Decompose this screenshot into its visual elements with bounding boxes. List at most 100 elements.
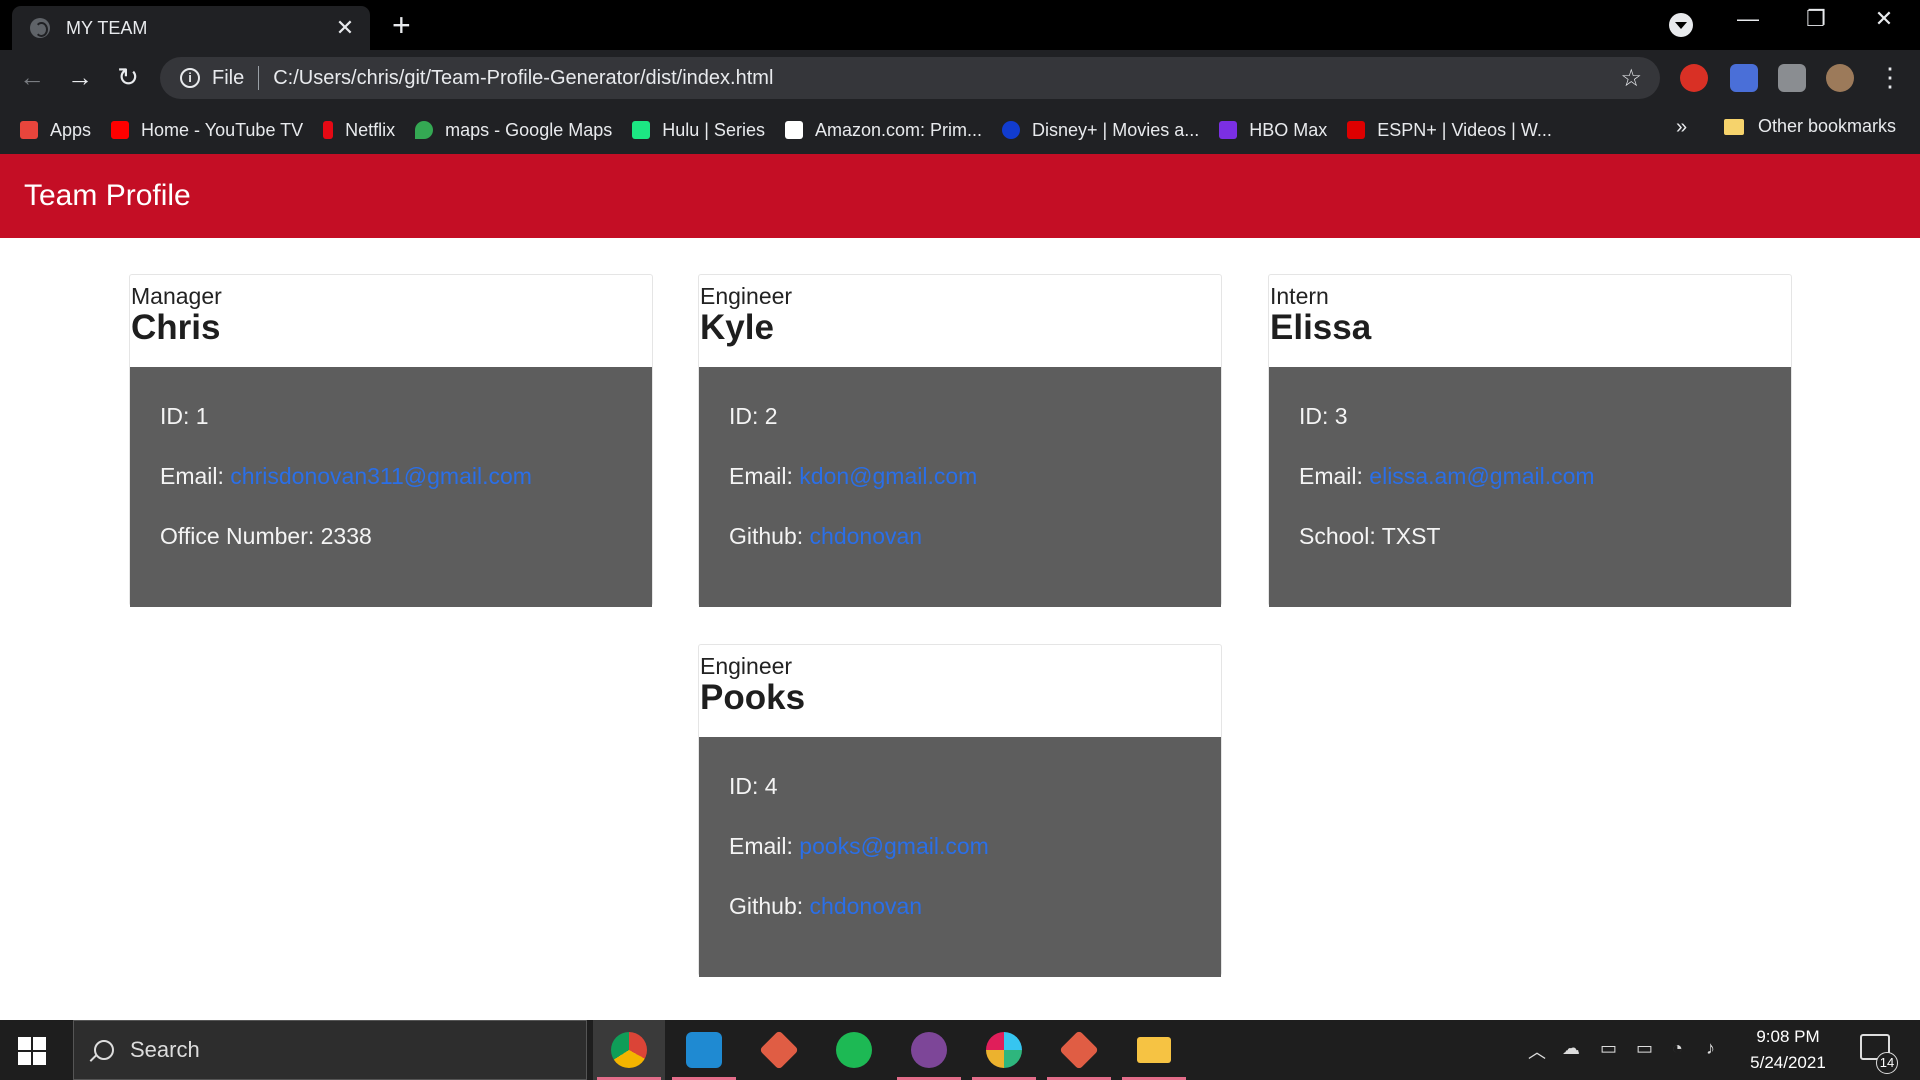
amazon-icon bbox=[784, 121, 803, 139]
employee-school-line: School: TXST bbox=[1299, 523, 1761, 583]
wifi-icon[interactable]: ◔ bbox=[1672, 1038, 1683, 1059]
github-link[interactable]: chdonovan bbox=[810, 523, 923, 549]
system-clock[interactable]: 9:08 PM 5/24/2021 bbox=[1728, 1024, 1848, 1076]
email-link[interactable]: kdon@gmail.com bbox=[799, 463, 977, 489]
slack-icon bbox=[986, 1032, 1022, 1068]
bookmark-netflix[interactable]: Netflix bbox=[323, 120, 395, 141]
notification-count-badge: 14 bbox=[1876, 1052, 1898, 1074]
page-title: Team Profile bbox=[24, 179, 191, 212]
bookmark-hulu[interactable]: Hulu | Series bbox=[632, 120, 765, 141]
bookmark-star-icon[interactable]: ☆ bbox=[1620, 64, 1642, 93]
card-header: Intern Elissa bbox=[1269, 275, 1791, 367]
bookmark-youtube-tv[interactable]: Home - YouTube TV bbox=[111, 120, 303, 141]
github-label: Github: bbox=[729, 893, 804, 919]
tab-search-icon[interactable] bbox=[1669, 13, 1693, 37]
git-gui-icon bbox=[1059, 1030, 1099, 1070]
github-link[interactable]: chdonovan bbox=[810, 893, 923, 919]
taskbar-app-git-gui[interactable] bbox=[1043, 1020, 1115, 1080]
hbo-max-icon bbox=[1219, 121, 1238, 139]
bookmark-hbo-max[interactable]: HBO Max bbox=[1219, 120, 1327, 141]
browser-tab-strip: MY TEAM ✕ + — ❐ ✕ bbox=[0, 0, 1920, 50]
taskbar-app-spotify[interactable] bbox=[818, 1020, 890, 1080]
meet-now-icon[interactable]: ▭ bbox=[1600, 1038, 1617, 1059]
other-bookmarks-folder[interactable]: Other bookmarks bbox=[1724, 116, 1896, 137]
taskbar-search-box[interactable]: Search bbox=[73, 1020, 587, 1080]
site-info-icon[interactable]: i bbox=[180, 68, 200, 88]
globe-icon bbox=[30, 18, 50, 38]
employee-name: Elissa bbox=[1270, 308, 1372, 347]
school-value: TXST bbox=[1381, 523, 1441, 549]
forward-arrow-icon[interactable]: → bbox=[62, 62, 98, 92]
onedrive-cloud-icon[interactable]: ☁ bbox=[1562, 1038, 1580, 1059]
adblock-extension-icon[interactable] bbox=[1680, 64, 1708, 92]
reload-icon[interactable]: ↻ bbox=[110, 62, 146, 92]
disney-plus-icon bbox=[1002, 121, 1020, 139]
url-text[interactable]: C:/Users/chris/git/Team-Profile-Generato… bbox=[273, 67, 1620, 90]
taskbar-app-tor[interactable] bbox=[893, 1020, 965, 1080]
email-link[interactable]: chrisdonovan311@gmail.com bbox=[230, 463, 532, 489]
minimize-button[interactable]: — bbox=[1728, 6, 1768, 32]
browser-tab-active[interactable]: MY TEAM ✕ bbox=[12, 6, 370, 50]
bookmarks-overflow-chevron-icon[interactable]: » bbox=[1676, 116, 1687, 139]
card-header: Manager Chris bbox=[130, 275, 652, 367]
bookmark-label: HBO Max bbox=[1249, 119, 1328, 140]
email-link[interactable]: pooks@gmail.com bbox=[799, 833, 989, 859]
bookmark-apps[interactable]: Apps bbox=[20, 120, 91, 141]
restore-button[interactable]: ❐ bbox=[1796, 6, 1836, 32]
search-icon bbox=[94, 1040, 114, 1060]
employee-card: Engineer Kyle ID: 2 Email: kdon@gmail.co… bbox=[698, 274, 1222, 607]
email-link[interactable]: elissa.am@gmail.com bbox=[1369, 463, 1594, 489]
employee-role: Engineer bbox=[700, 283, 793, 309]
employee-card: Intern Elissa ID: 3 Email: elissa.am@gma… bbox=[1268, 274, 1792, 607]
bookmark-disney-plus[interactable]: Disney+ | Movies a... bbox=[1002, 120, 1199, 141]
employee-role: Intern bbox=[1270, 283, 1329, 309]
back-arrow-icon[interactable]: ← bbox=[14, 62, 50, 92]
employee-id: ID: 2 bbox=[729, 403, 778, 429]
bookmark-google-maps[interactable]: maps - Google Maps bbox=[415, 120, 612, 141]
address-bar[interactable]: i File C:/Users/chris/git/Team-Profile-G… bbox=[160, 57, 1660, 99]
employee-office-line: Office Number: 2338 bbox=[160, 523, 622, 583]
browser-menu-icon[interactable]: ⋮ bbox=[1872, 62, 1908, 92]
bookmark-label: Disney+ | Movies a... bbox=[1032, 119, 1200, 140]
close-window-button[interactable]: ✕ bbox=[1864, 6, 1904, 32]
card-body: ID: 1 Email: chrisdonovan311@gmail.com O… bbox=[130, 367, 652, 607]
web-page: Team Profile Manager Chris ID: 1 Email: … bbox=[0, 154, 1920, 1020]
clock-date: 5/24/2021 bbox=[1750, 1053, 1826, 1072]
taskbar-app-vscode[interactable] bbox=[668, 1020, 740, 1080]
netflix-icon bbox=[323, 121, 334, 139]
bookmark-label: Hulu | Series bbox=[662, 119, 765, 140]
battery-icon[interactable]: ▭ bbox=[1636, 1038, 1653, 1059]
notification-center-icon[interactable]: 14 bbox=[1860, 1034, 1898, 1074]
email-label: Email: bbox=[1299, 463, 1363, 489]
tab-close-icon[interactable]: ✕ bbox=[332, 15, 358, 41]
employee-card: Engineer Pooks ID: 4 Email: pooks@gmail.… bbox=[698, 644, 1222, 977]
email-label: Email: bbox=[729, 463, 793, 489]
extensions-puzzle-icon[interactable] bbox=[1778, 64, 1806, 92]
apps-grid-icon bbox=[20, 121, 38, 139]
cast-extension-icon[interactable] bbox=[1730, 64, 1758, 92]
new-tab-button[interactable]: + bbox=[392, 8, 411, 42]
bookmark-amazon[interactable]: Amazon.com: Prim... bbox=[784, 120, 982, 141]
other-bookmarks-label: Other bookmarks bbox=[1758, 116, 1897, 136]
card-body: ID: 2 Email: kdon@gmail.com Github: chdo… bbox=[699, 367, 1221, 607]
windows-taskbar: Search ︿ ☁ ▭ ▭ ◔ ♪ 9:08 PM 5/24/2021 14 bbox=[0, 1020, 1920, 1080]
employee-github-line: Github: chdonovan bbox=[729, 893, 1191, 953]
taskbar-app-gitkraken[interactable] bbox=[743, 1020, 815, 1080]
volume-icon[interactable]: ♪ bbox=[1706, 1038, 1715, 1059]
employee-name: Pooks bbox=[700, 678, 806, 717]
show-hidden-icons-chevron-icon[interactable]: ︿ bbox=[1528, 1038, 1546, 1064]
taskbar-app-slack[interactable] bbox=[968, 1020, 1040, 1080]
url-scheme-label: File bbox=[212, 66, 245, 89]
bookmark-espn[interactable]: ESPN+ | Videos | W... bbox=[1347, 120, 1552, 141]
employee-email-line: Email: kdon@gmail.com bbox=[729, 463, 1191, 523]
office-number-value: 2338 bbox=[320, 523, 372, 549]
card-body: ID: 4 Email: pooks@gmail.com Github: chd… bbox=[699, 737, 1221, 977]
folder-icon bbox=[1724, 118, 1744, 135]
employee-card: Manager Chris ID: 1 Email: chrisdonovan3… bbox=[129, 274, 653, 607]
windows-start-icon[interactable] bbox=[18, 1037, 46, 1065]
taskbar-app-file-explorer[interactable] bbox=[1118, 1020, 1190, 1080]
taskbar-app-chrome[interactable] bbox=[593, 1020, 665, 1080]
profile-avatar[interactable] bbox=[1826, 64, 1854, 92]
vscode-icon bbox=[686, 1032, 722, 1068]
chrome-icon bbox=[611, 1032, 647, 1068]
